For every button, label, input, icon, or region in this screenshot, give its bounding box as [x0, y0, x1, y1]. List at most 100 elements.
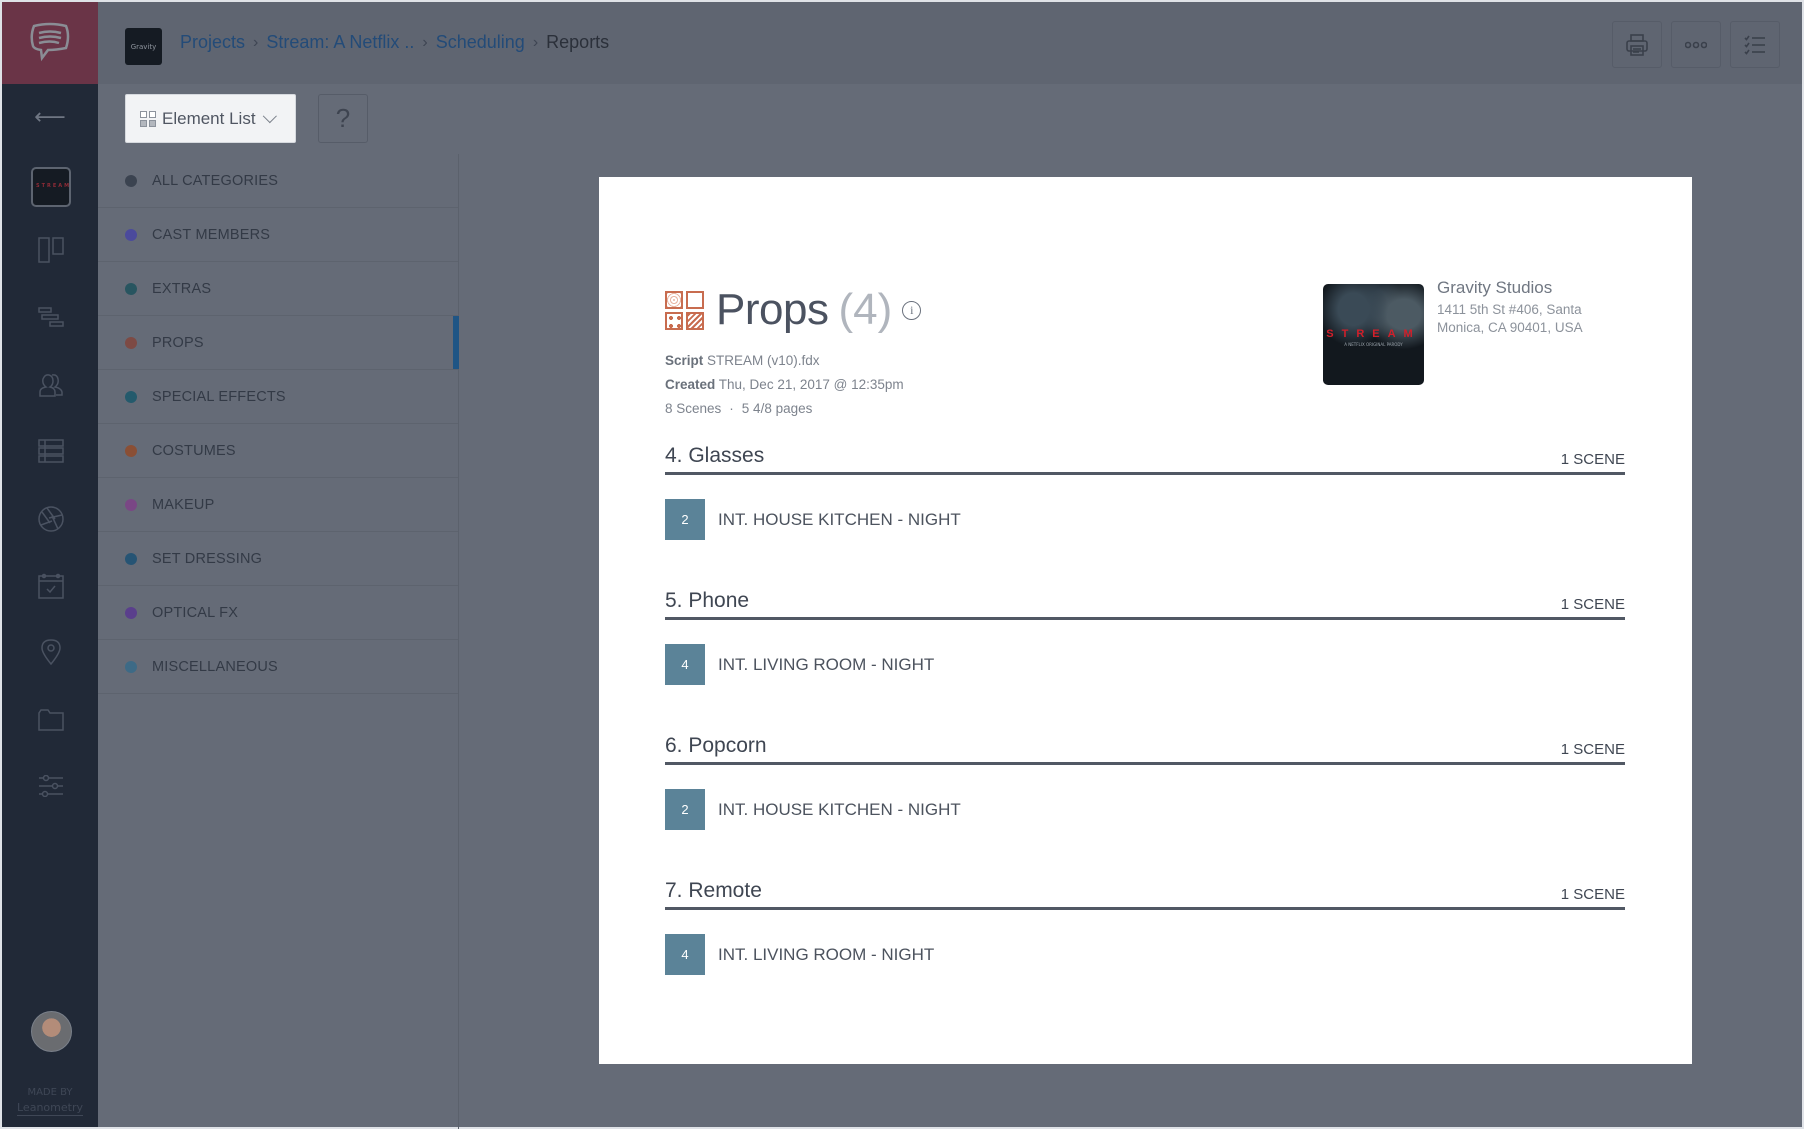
element-name[interactable]: 4. Glasses [665, 444, 764, 468]
category-label: CAST MEMBERS [152, 226, 271, 243]
settings-sliders-icon[interactable] [35, 770, 67, 802]
print-button[interactable] [1612, 21, 1662, 68]
props-category-icon [665, 290, 704, 330]
element-block: 5. Phone 1 SCENE 4 INT. LIVING ROOM - NIGHT [665, 589, 1625, 737]
breadcrumb-reports: Reports [546, 32, 610, 52]
top-actions [1612, 21, 1780, 68]
app-window: ⟵ STREAM MADE BY Leanometry Gravity Proj… [0, 0, 1804, 1129]
element-name[interactable]: 7. Remote [665, 879, 762, 903]
user-avatar[interactable] [31, 1011, 72, 1052]
script-name: STREAM (v10).fdx [707, 353, 820, 368]
info-icon[interactable]: i [902, 300, 922, 320]
category-item[interactable]: CAST MEMBERS [98, 208, 458, 262]
left-rail: ⟵ STREAM MADE BY Leanometry [2, 2, 98, 1127]
shot-aperture-icon[interactable] [35, 503, 67, 535]
category-item[interactable]: COSTUMES [98, 424, 458, 478]
checklist-icon [1744, 35, 1765, 55]
scene-row[interactable]: 4 INT. LIVING ROOM - NIGHT [665, 644, 1625, 685]
element-header: 5. Phone 1 SCENE [665, 589, 1625, 620]
top-bar: Gravity Projects › Stream: A Netflix .. … [98, 2, 1802, 84]
category-color-dot [125, 282, 137, 295]
category-label: ALL CATEGORIES [152, 172, 279, 189]
category-color-dot [125, 444, 137, 457]
category-label: OPTICAL FX [152, 604, 239, 621]
location-pin-icon[interactable] [35, 636, 67, 668]
chat-bubble-logo-icon [30, 22, 70, 62]
report-card: Props (4) i Script STREAM (v10).fdx Crea… [599, 177, 1692, 1064]
made-by-brand-link[interactable]: Leanometry [17, 1100, 83, 1116]
scene-heading: INT. HOUSE KITCHEN - NIGHT [718, 799, 961, 819]
cast-icon[interactable] [35, 369, 67, 401]
category-item[interactable]: ALL CATEGORIES [98, 154, 458, 208]
element-block: 4. Glasses 1 SCENE 2 INT. HOUSE KITCHEN - N… [665, 444, 1625, 592]
category-item[interactable]: EXTRAS [98, 262, 458, 316]
chevron-down-icon [262, 108, 277, 123]
scene-number-badge: 2 [665, 499, 705, 540]
category-label: PROPS [152, 334, 204, 351]
chevron-right-icon: › [422, 33, 428, 51]
scene-number-badge: 4 [665, 934, 705, 975]
element-scene-count: 1 SCENE [1560, 741, 1625, 758]
studio-address: 1411 5th St #406, Santa Monica, CA 90401… [1437, 302, 1583, 335]
back-button[interactable]: ⟵ [2, 97, 98, 137]
category-color-dot [125, 498, 137, 511]
category-color-dot [125, 390, 137, 403]
element-name[interactable]: 6. Popcorn [665, 734, 767, 758]
breadcrumb: Projects › Stream: A Netflix .. › Schedu… [180, 32, 609, 53]
view-selector-dropdown[interactable]: Element List [125, 94, 296, 143]
breadcrumb-project[interactable]: Stream: A Netflix .. [266, 32, 414, 53]
report-title: Props [716, 285, 829, 334]
category-label: MISCELLANEOUS [152, 658, 278, 675]
category-item[interactable]: SET DRESSING [98, 532, 458, 586]
studio-info: STREAM A NETFLIX ORIGINAL PARODY Gravity… [1323, 278, 1607, 385]
made-by: MADE BY Leanometry [17, 1087, 83, 1116]
element-name[interactable]: 5. Phone [665, 589, 749, 613]
help-button[interactable]: ? [318, 94, 368, 143]
studio-name: Gravity Studios [1437, 278, 1553, 297]
scene-row[interactable]: 2 INT. HOUSE KITCHEN - NIGHT [665, 499, 1625, 540]
scene-heading: INT. HOUSE KITCHEN - NIGHT [718, 509, 961, 529]
view-selector-label: Element List [162, 108, 256, 128]
created-date: Thu, Dec 21, 2017 @ 12:35pm [718, 377, 904, 392]
breakdown-list-icon[interactable] [35, 435, 67, 467]
element-header: 4. Glasses 1 SCENE [665, 444, 1625, 475]
scenes-summary: 8 Scenes [665, 401, 722, 416]
category-item[interactable]: MISCELLANEOUS [98, 640, 458, 694]
folder-icon[interactable] [35, 704, 67, 736]
scene-row[interactable]: 4 INT. LIVING ROOM - NIGHT [665, 934, 1625, 975]
scene-heading: INT. LIVING ROOM - NIGHT [718, 654, 935, 674]
element-block: 7. Remote 1 SCENE 4 INT. LIVING ROOM - NIGH… [665, 879, 1625, 1027]
category-color-dot [125, 552, 137, 565]
report-meta: Script STREAM (v10).fdx Created Thu, Dec… [665, 353, 904, 416]
breadcrumb-scheduling[interactable]: Scheduling [436, 32, 525, 53]
category-color-dot [125, 660, 137, 673]
scene-number-badge: 4 [665, 644, 705, 685]
board-icon[interactable] [35, 234, 67, 266]
more-options-button[interactable] [1671, 21, 1721, 68]
scene-row[interactable]: 2 INT. HOUSE KITCHEN - NIGHT [665, 789, 1625, 830]
category-color-dot [125, 606, 137, 619]
element-list: 4. Glasses 1 SCENE 2 INT. HOUSE KITCHEN - N… [665, 444, 1625, 1027]
app-logo[interactable] [2, 2, 98, 84]
schedule-stripboard-icon[interactable] [35, 301, 67, 333]
checklist-button[interactable] [1730, 21, 1780, 68]
category-item[interactable]: SPECIAL EFFECTS [98, 370, 458, 424]
category-item[interactable]: MAKEUP [98, 478, 458, 532]
category-item[interactable]: OPTICAL FX [98, 586, 458, 640]
category-item[interactable]: PROPS [98, 316, 459, 370]
category-label: SET DRESSING [152, 550, 263, 567]
category-color-dot [125, 174, 137, 187]
project-thumbnail[interactable]: STREAM [31, 167, 71, 207]
element-scene-count: 1 SCENE [1560, 596, 1625, 613]
breadcrumb-projects[interactable]: Projects [180, 32, 245, 53]
calendar-icon[interactable] [35, 570, 67, 602]
element-header: 7. Remote 1 SCENE [665, 879, 1625, 910]
element-header: 6. Popcorn 1 SCENE [665, 734, 1625, 765]
category-color-dot [125, 336, 137, 349]
category-label: COSTUMES [152, 442, 236, 459]
project-logo[interactable]: Gravity [125, 28, 162, 65]
report-header: Props (4) i Script STREAM (v10).fdx Crea… [665, 285, 922, 421]
category-list: ALL CATEGORIES CAST MEMBERS EXTRAS PROPS SPE… [98, 154, 459, 1129]
arrow-left-icon: ⟵ [34, 104, 66, 130]
pages-summary: 5 4/8 pages [741, 401, 813, 416]
